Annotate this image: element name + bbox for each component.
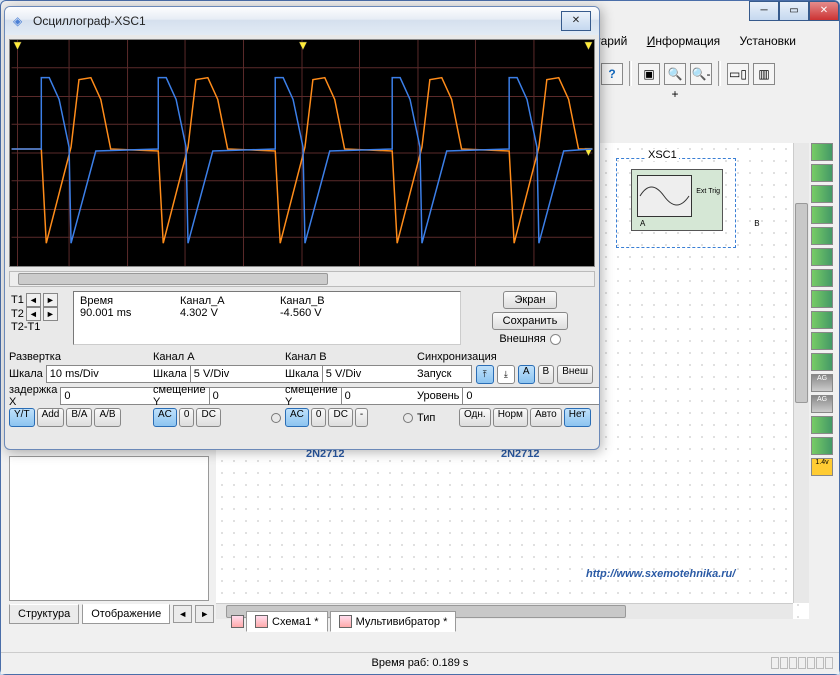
sweep-panel: Развертка Шкала задержка X Y/T Add B/A A…: [9, 349, 149, 428]
book-icon[interactable]: ▭▯: [727, 63, 749, 85]
palette-icon[interactable]: [811, 269, 833, 287]
trig-norm-button[interactable]: Норм: [493, 408, 528, 427]
left-panel-tabs: Структура Отображение ◄ ►: [9, 604, 214, 624]
palette-icon[interactable]: AG: [811, 374, 833, 392]
url-text: http://www.sxemotehnika.ru/: [586, 568, 735, 580]
cha-0-button[interactable]: 0: [179, 408, 195, 427]
screen-button[interactable]: Экран: [503, 291, 556, 309]
trig-a-button[interactable]: A: [518, 365, 535, 384]
oscilloscope-window: ◈ Осциллограф-XSC1 ✕ T1: [4, 6, 600, 450]
palette-icon[interactable]: [811, 248, 833, 266]
trig-none-button[interactable]: Нет: [564, 408, 591, 427]
tab-icon: [231, 615, 244, 628]
trig-single-button[interactable]: Одн.: [459, 408, 491, 427]
toolbar: ? ▣ 🔍+ 🔍- ▭▯ ▥: [601, 56, 839, 91]
trig-level-input[interactable]: [462, 387, 600, 405]
tab-display[interactable]: Отображение: [82, 604, 170, 624]
trig-rising-icon[interactable]: ⤒: [476, 365, 494, 384]
schematic-icon: [255, 615, 268, 628]
palette-icon[interactable]: [811, 290, 833, 308]
palette-icon[interactable]: [811, 164, 833, 182]
ba-button[interactable]: B/A: [66, 408, 92, 427]
palette-icon[interactable]: [811, 143, 833, 161]
chb-minus-button[interactable]: -: [355, 408, 368, 427]
close-button[interactable]: ✕: [809, 1, 839, 21]
zoom-out-icon[interactable]: 🔍-: [690, 63, 712, 85]
external-label: Внешняя: [499, 333, 545, 345]
t2-right-button[interactable]: ►: [43, 307, 58, 321]
ab-button[interactable]: A/B: [94, 408, 120, 427]
palette-icon[interactable]: [811, 332, 833, 350]
add-button[interactable]: Add: [37, 408, 65, 427]
osc-title-text: Осциллограф-XSC1: [33, 14, 146, 28]
menu-item[interactable]: Информация: [647, 34, 720, 48]
menu-bar-fragment: нтарий Информация Установки: [581, 34, 804, 48]
chb-radio[interactable]: [403, 413, 413, 423]
t1-left-button[interactable]: ◄: [26, 293, 41, 307]
tab-structure[interactable]: Структура: [9, 604, 79, 624]
ab-labels: A B: [640, 219, 780, 228]
help-icon[interactable]: ?: [601, 63, 623, 85]
palette-icon[interactable]: [811, 416, 833, 434]
t2-left-button[interactable]: ◄: [26, 307, 41, 321]
chb-0-button[interactable]: 0: [311, 408, 327, 427]
external-radio[interactable]: [550, 334, 561, 345]
readout-values: Время90.001 ms Канал_A4.302 V Канал_B-4.…: [73, 291, 461, 345]
osc-readout: T1 ◄ ► T2 ◄ ► T2-T1 Время90.001 ms Канал…: [9, 291, 595, 345]
tab-multivibrator[interactable]: Мультивибратор *: [330, 611, 457, 632]
palette-icon[interactable]: [811, 206, 833, 224]
channel-a-panel: Канал A Шкала смещение Y AC 0 DC: [153, 349, 281, 428]
tab-nav-prev[interactable]: ◄: [173, 605, 192, 623]
palette-icon[interactable]: [811, 353, 833, 371]
ext-trig-label: Ext Trig: [696, 188, 720, 195]
palette-icon[interactable]: [811, 311, 833, 329]
oscilloscope-screen[interactable]: [9, 39, 595, 267]
palette-icon[interactable]: [811, 185, 833, 203]
xsc1-label: XSC1: [646, 149, 679, 161]
palette-icon[interactable]: AG: [811, 395, 833, 413]
cha-radio[interactable]: [271, 413, 281, 423]
screen-icon[interactable]: ▣: [638, 63, 660, 85]
status-bar: Время раб: 0.189 s: [1, 652, 839, 674]
maximize-button[interactable]: ▭: [779, 1, 809, 21]
chb-dc-button[interactable]: DC: [328, 408, 352, 427]
zoom-in-icon[interactable]: 🔍+: [664, 63, 686, 85]
schematic-icon: [339, 615, 352, 628]
osc-horizontal-scrollbar[interactable]: [9, 271, 595, 287]
trig-auto-button[interactable]: Авто: [530, 408, 562, 427]
instrument-palette: AG AG 1.4v: [811, 143, 835, 479]
chb-ac-button[interactable]: AC: [285, 408, 309, 427]
minimize-button[interactable]: ─: [749, 1, 779, 21]
pages-icon[interactable]: ▥: [753, 63, 775, 85]
oscilloscope-icon: ◈: [13, 14, 27, 28]
document-tabs: Схема1 * Мультивибратор *: [231, 611, 456, 632]
osc-control-panels: Развертка Шкала задержка X Y/T Add B/A A…: [9, 349, 595, 428]
channel-b-panel: Канал B Шкала смещение Y AC 0 DC -: [285, 349, 413, 428]
cha-dc-button[interactable]: DC: [196, 408, 220, 427]
main-window-controls: ─ ▭ ✕: [749, 1, 839, 21]
cha-ac-button[interactable]: AC: [153, 408, 177, 427]
trig-b-button[interactable]: B: [538, 365, 555, 384]
trig-ext-button[interactable]: Внеш: [557, 365, 593, 384]
t1-right-button[interactable]: ►: [43, 293, 58, 307]
xsc1-component[interactable]: Ext Trig A B: [631, 169, 723, 231]
palette-icon[interactable]: [811, 437, 833, 455]
trig-falling-icon[interactable]: ⤓: [497, 365, 515, 384]
osc-close-button[interactable]: ✕: [561, 11, 591, 31]
status-runtime: Время раб: 0.189 s: [372, 657, 469, 669]
palette-icon[interactable]: 1.4v: [811, 458, 833, 476]
yt-button[interactable]: Y/T: [9, 408, 35, 427]
osc-titlebar[interactable]: ◈ Осциллограф-XSC1 ✕: [5, 7, 599, 35]
save-button[interactable]: Сохранить: [492, 312, 569, 330]
menu-item[interactable]: Установки: [740, 34, 796, 48]
tab-schema1[interactable]: Схема1 *: [246, 611, 328, 632]
palette-icon[interactable]: [811, 227, 833, 245]
trigger-panel: Синхронизация Запуск ⤒ ⤓ A B Внеш Уровен…: [417, 349, 593, 428]
canvas-scrollbar-vertical[interactable]: [793, 143, 809, 603]
left-panel: [9, 456, 209, 601]
tab-nav-next[interactable]: ►: [195, 605, 214, 623]
